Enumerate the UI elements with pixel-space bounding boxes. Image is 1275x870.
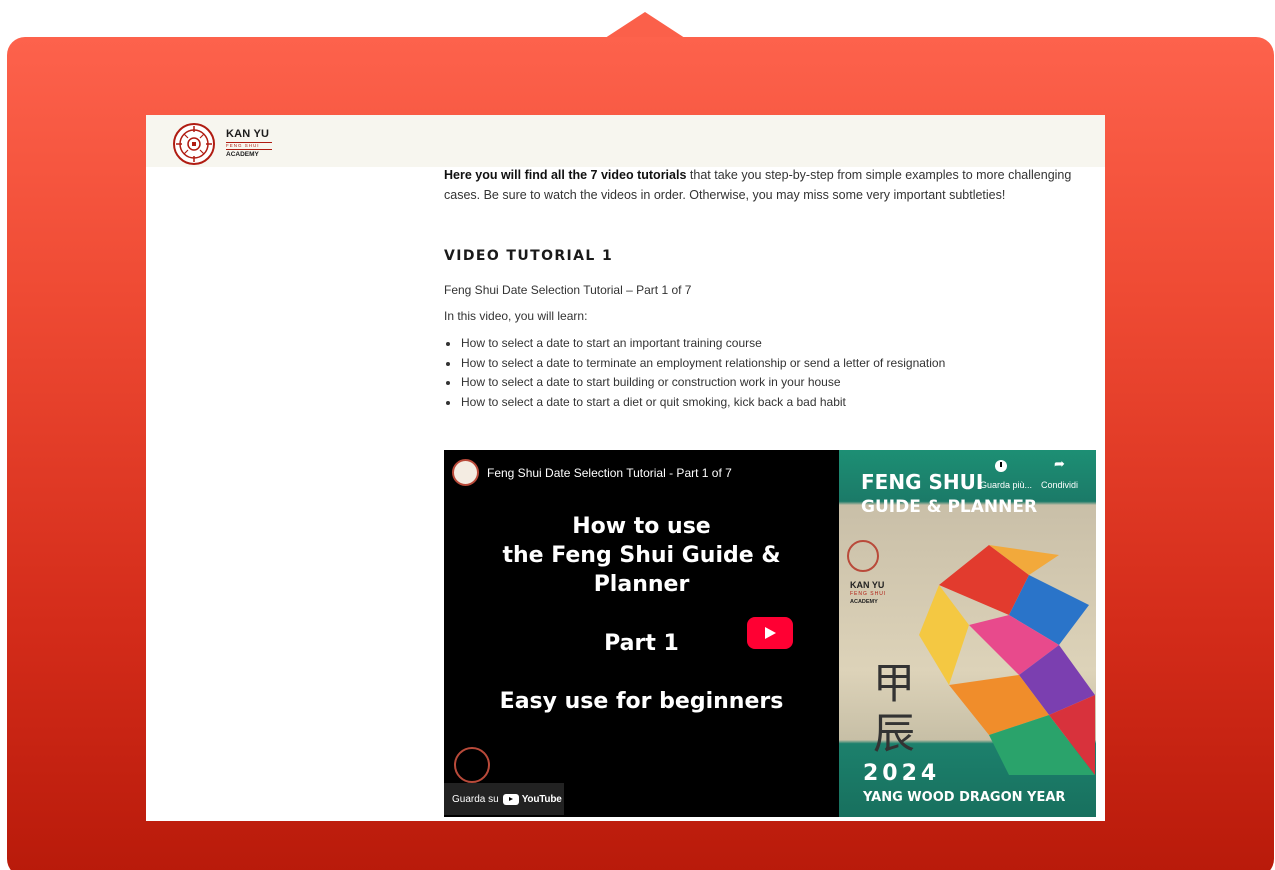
list-item: How to select a date to start an importa…: [444, 334, 1084, 354]
play-button[interactable]: [747, 617, 793, 649]
poster-logo-subtitle: FENG SHUI: [850, 591, 887, 597]
poster-logo: [847, 540, 879, 572]
poster-panel: FENG SHUI GUIDE & PLANNER KAN YU FENG SH…: [839, 450, 1096, 817]
section-title: VIDEO TUTORIAL 1: [444, 248, 614, 264]
web-page: KAN YU FENG SHUI ACADEMY Here you will f…: [146, 115, 1105, 821]
thumb-line-3: Planner: [593, 572, 690, 597]
thumb-line-2: the Feng Shui Guide &: [502, 543, 781, 568]
watch-later-label[interactable]: Guarda più...: [980, 480, 1032, 490]
list-item: How to select a date to start a diet or …: [444, 393, 1084, 413]
logo-academy: ACADEMY: [226, 151, 259, 158]
kan-yu-logo[interactable]: [172, 122, 216, 166]
thumbnail-text: How to use the Feng Shui Guide & Planner…: [444, 512, 839, 716]
learning-list: How to select a date to start an importa…: [444, 334, 1084, 412]
poster-logo-academy: ACADEMY: [850, 599, 878, 605]
intro-paragraph: Here you will find all the 7 video tutor…: [444, 165, 1084, 205]
dragon-illustration: [919, 545, 1095, 775]
youtube-wordmark: YouTube: [521, 793, 562, 805]
watch-on-youtube-button[interactable]: Guarda su YouTube: [444, 783, 564, 815]
poster-year: 2024: [863, 761, 941, 786]
poster-title-2: GUIDE & PLANNER: [861, 497, 1038, 517]
poster-logo-title: KAN YU: [850, 580, 885, 590]
share-icon[interactable]: ➦: [1054, 456, 1065, 472]
share-label[interactable]: Condividi: [1041, 480, 1078, 490]
site-header: KAN YU FENG SHUI ACADEMY: [146, 115, 1105, 167]
intro-bold: Here you will find all the 7 video tutor…: [444, 168, 687, 182]
learn-intro: In this video, you will learn:: [444, 309, 588, 323]
logo-title: KAN YU: [226, 128, 270, 140]
watch-on-label: Guarda su: [452, 793, 499, 805]
clock-icon[interactable]: [995, 460, 1007, 472]
list-item: How to select a date to start building o…: [444, 373, 1084, 393]
thumb-line-5: Easy use for beginners: [499, 689, 784, 714]
logo-text: KAN YU FENG SHUI ACADEMY: [226, 128, 272, 159]
poster-subtitle: YANG WOOD DRAGON YEAR: [863, 790, 1066, 805]
tutorial-subtitle: Feng Shui Date Selection Tutorial – Part…: [444, 283, 692, 297]
article-content: Here you will find all the 7 video tutor…: [444, 165, 1084, 412]
poster-kanji-2: 辰: [873, 709, 916, 758]
logo-subtitle: FENG SHUI: [226, 142, 272, 150]
video-title[interactable]: Feng Shui Date Selection Tutorial - Part…: [487, 466, 732, 480]
channel-watermark: [454, 747, 490, 783]
channel-avatar[interactable]: [452, 459, 479, 486]
list-item: How to select a date to terminate an emp…: [444, 354, 1084, 374]
youtube-icon: [502, 793, 519, 805]
youtube-embed[interactable]: FENG SHUI GUIDE & PLANNER KAN YU FENG SH…: [444, 450, 1096, 817]
thumb-line-1: How to use: [572, 514, 711, 539]
